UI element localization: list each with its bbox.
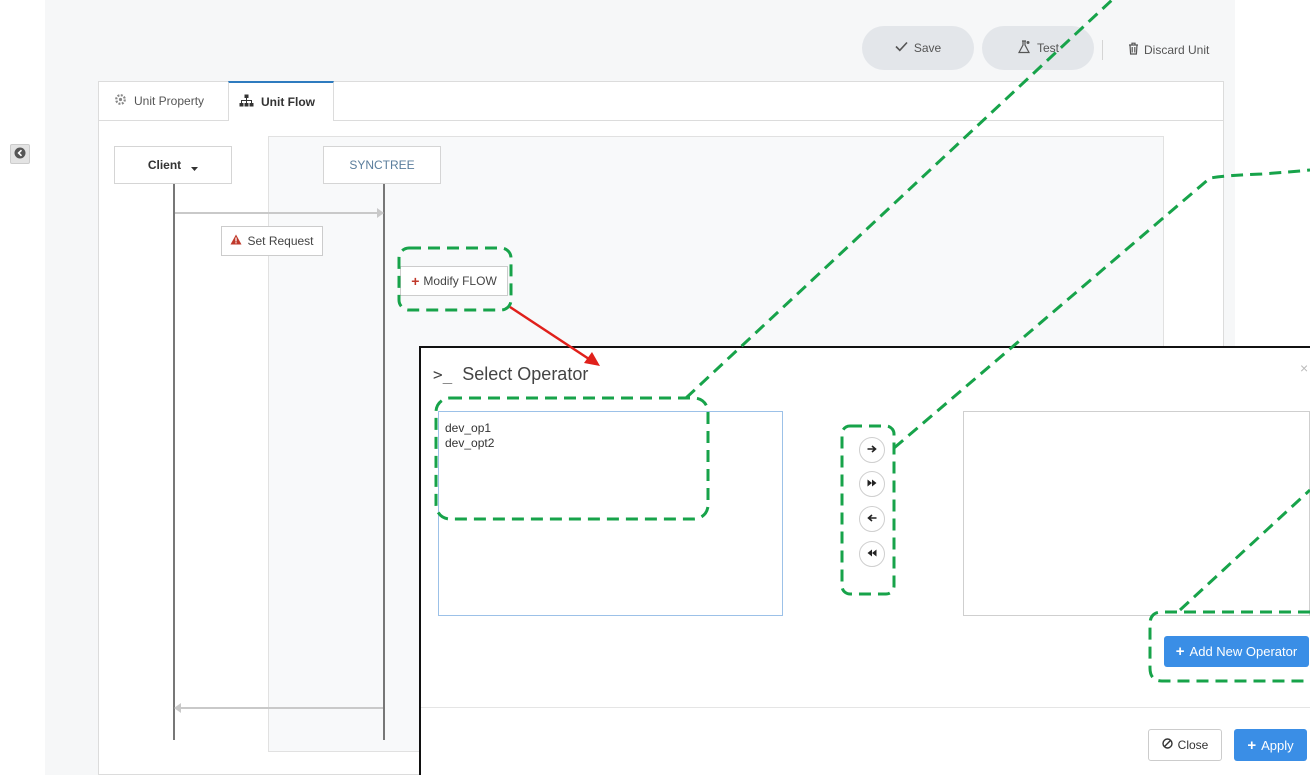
flask-icon [1017, 39, 1031, 57]
apply-button[interactable]: + Apply [1234, 729, 1307, 761]
set-request-button[interactable]: Set Request [221, 226, 323, 256]
test-button[interactable]: Test [982, 26, 1094, 70]
arrow-left-icon [867, 513, 877, 525]
arrow-right-icon [867, 444, 877, 456]
selected-operators-list[interactable] [963, 411, 1310, 616]
plus-icon: + [1247, 736, 1257, 754]
plus-icon: + [411, 273, 420, 289]
sitemap-icon [239, 94, 254, 110]
move-all-left-button[interactable] [859, 541, 885, 567]
tab-unit-property[interactable]: Unit Property [104, 81, 214, 121]
available-operators-list[interactable]: dev_op1 dev_opt2 [438, 411, 783, 616]
synctree-lifeline [383, 184, 385, 740]
close-button[interactable]: Close [1148, 729, 1222, 761]
terminal-icon: >_ [433, 364, 453, 384]
move-left-button[interactable] [859, 506, 885, 532]
tab-label: Unit Property [134, 94, 205, 108]
caret-down-icon [191, 160, 199, 174]
response-arrow [181, 707, 383, 709]
discard-unit-button[interactable]: Discard Unit [1128, 40, 1209, 60]
save-button[interactable]: Save [862, 26, 974, 70]
arrow-circle-left-icon [14, 147, 26, 162]
client-actor[interactable]: Client [114, 146, 232, 184]
list-item[interactable]: dev_opt2 [445, 436, 776, 451]
client-lifeline [173, 184, 175, 740]
toolbar-divider [1102, 40, 1103, 60]
back-button[interactable] [10, 144, 30, 164]
request-arrow-head [377, 208, 384, 218]
save-label: Save [913, 41, 942, 55]
synctree-actor: SYNCTREE [323, 146, 441, 184]
test-label: Test [1036, 41, 1059, 55]
modal-title: >_ Select Operator [433, 360, 588, 388]
tab-unit-flow[interactable]: Unit Flow [228, 81, 334, 121]
synctree-label: SYNCTREE [349, 158, 415, 172]
move-all-right-button[interactable] [859, 471, 885, 497]
apply-label: Apply [1261, 737, 1294, 753]
check-icon [895, 41, 908, 55]
plus-icon: + [1175, 643, 1185, 660]
list-item[interactable]: dev_op1 [445, 421, 776, 436]
tab-label: Unit Flow [261, 95, 315, 109]
add-new-operator-label: Add New Operator [1189, 644, 1298, 659]
modal-title-text: Select Operator [462, 363, 589, 384]
discard-label: Discard Unit [1144, 43, 1210, 57]
response-arrow-head [174, 703, 181, 713]
fast-forward-icon [867, 479, 877, 490]
fast-backward-icon [867, 549, 877, 560]
modal-close-icon[interactable]: × [1300, 360, 1308, 376]
warning-icon [230, 234, 242, 248]
modify-flow-button[interactable]: + Modify FLOW [400, 266, 508, 296]
modify-flow-label: Modify FLOW [423, 274, 497, 288]
gear-icon [114, 93, 127, 109]
request-arrow [175, 212, 377, 214]
trash-icon [1128, 42, 1139, 58]
client-label: Client [147, 158, 182, 172]
set-request-label: Set Request [247, 234, 314, 248]
close-label: Close [1177, 738, 1209, 752]
move-right-button[interactable] [859, 437, 885, 463]
add-new-operator-button[interactable]: + Add New Operator [1164, 636, 1309, 667]
ban-icon [1161, 738, 1173, 752]
modal-footer-divider [421, 707, 1310, 708]
